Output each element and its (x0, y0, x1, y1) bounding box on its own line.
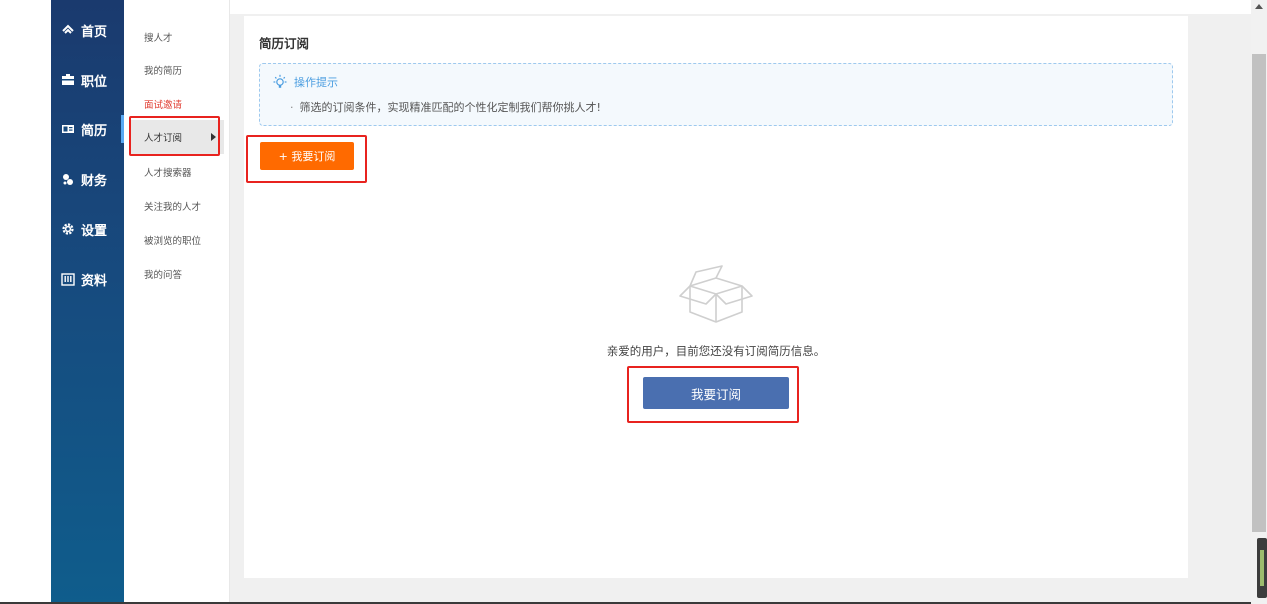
top-bar (230, 0, 1251, 14)
nav-item-finance[interactable]: 财务 (51, 159, 124, 199)
subscribe-button[interactable]: 我要订阅 (643, 377, 789, 409)
primary-nav: 首页 职位 简历 财务 设置 资料 (51, 0, 124, 604)
nav-item-label: 简历 (81, 123, 108, 139)
gear-icon (61, 222, 75, 236)
empty-box-icon (676, 264, 756, 328)
nav-item-label: 设置 (81, 223, 108, 239)
nav-item-label: 资料 (81, 273, 108, 289)
lightbulb-icon (272, 74, 288, 90)
sub-item-label: 人才订阅 (144, 133, 183, 144)
sub-item-talent-subscription[interactable]: 人才订阅 (130, 120, 224, 154)
floating-widget[interactable] (1257, 538, 1267, 598)
id-card-icon (61, 122, 75, 136)
briefcase-icon (61, 73, 75, 87)
page: 首页 职位 简历 财务 设置 资料 搜人才 我的简历 面试邀请 人才订阅 人才搜… (0, 0, 1267, 604)
nav-item-label: 首页 (81, 24, 108, 40)
sub-item-talent-searcher[interactable]: 人才搜索器 (130, 155, 224, 189)
coins-icon (61, 172, 75, 186)
nav-item-home[interactable]: 首页 (51, 10, 124, 50)
page-title: 简历订阅 (259, 36, 310, 51)
sub-item-search-talent[interactable]: 搜人才 (130, 20, 224, 54)
empty-state-message: 亲爱的用户，目前您还没有订阅简历信息。 (606, 344, 826, 358)
sub-item-my-resumes[interactable]: 我的简历 (130, 53, 224, 87)
scrollbar[interactable] (1251, 0, 1267, 604)
caret-right-icon (211, 133, 216, 141)
nav-item-label: 财务 (81, 173, 108, 189)
nav-item-label: 职位 (81, 74, 108, 90)
bullet-icon: · (290, 101, 294, 114)
sub-item-my-qa[interactable]: 我的问答 (130, 257, 224, 291)
tip-box: 操作提示 · 筛选的订阅条件，实现精准匹配的个性化定制我们帮你挑人才! (259, 63, 1173, 126)
nav-item-jobs[interactable]: 职位 (51, 60, 124, 100)
tip-heading: 操作提示 (272, 74, 338, 90)
left-blank-area (0, 0, 51, 604)
nav-item-resume[interactable]: 简历 (51, 109, 124, 149)
home-icon (61, 23, 75, 37)
secondary-nav: 搜人才 我的简历 面试邀请 人才订阅 人才搜索器 关注我的人才 被浏览的职位 我… (124, 0, 230, 604)
sub-item-viewed-jobs[interactable]: 被浏览的职位 (130, 223, 224, 257)
nav-item-settings[interactable]: 设置 (51, 209, 124, 249)
tip-line: · 筛选的订阅条件，实现精准匹配的个性化定制我们帮你挑人才! (290, 99, 601, 115)
tip-heading-text: 操作提示 (294, 76, 338, 89)
sub-item-interview-invites[interactable]: 面试邀请 (130, 87, 224, 121)
tip-line-text: 筛选的订阅条件，实现精准匹配的个性化定制我们帮你挑人才! (299, 101, 601, 114)
main-card: 简历订阅 操作提示 · 筛选的订阅条件，实现精准匹配的个性化定制我们帮你挑人才!… (244, 16, 1188, 578)
scroll-thumb[interactable] (1252, 54, 1266, 532)
building-icon (61, 272, 75, 286)
scroll-up-arrow-icon[interactable] (1255, 4, 1263, 9)
add-subscription-button[interactable]: + 我要订阅 (260, 142, 354, 170)
sub-item-talent-following-me[interactable]: 关注我的人才 (130, 189, 224, 223)
nav-item-profile[interactable]: 资料 (51, 259, 124, 299)
